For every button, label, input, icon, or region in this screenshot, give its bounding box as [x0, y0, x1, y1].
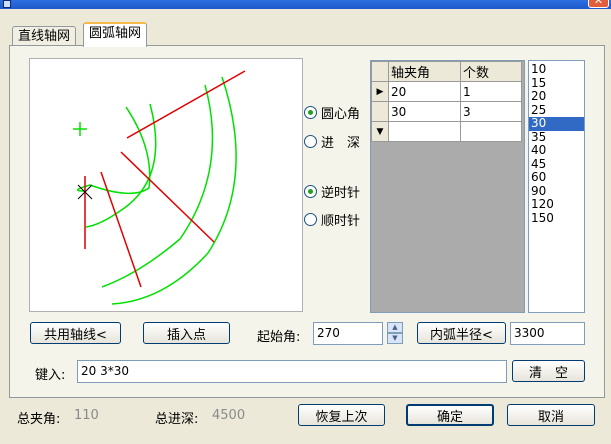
- radio-label: 进 深: [321, 136, 361, 151]
- preview-drawing: [73, 70, 246, 305]
- grid-cell[interactable]: [388, 121, 461, 142]
- list-item[interactable]: 120: [529, 197, 584, 212]
- inner-radius-button[interactable]: 内弧半径<: [417, 322, 506, 344]
- angle-grid[interactable]: 轴夹角 个数 ▶ 20 1 30 3 ▼: [370, 60, 525, 313]
- clear-button[interactable]: 清 空: [512, 360, 585, 382]
- insert-point-button[interactable]: 插入点: [143, 322, 230, 344]
- axis-line-1: [126, 70, 246, 139]
- list-item[interactable]: 30: [529, 116, 584, 131]
- row-pointer-icon: ▶: [371, 81, 389, 102]
- list-item[interactable]: 90: [529, 184, 584, 199]
- table-row[interactable]: 30 3: [371, 101, 522, 122]
- start-angle-spinner[interactable]: ▲ ▼: [387, 322, 403, 345]
- list-item[interactable]: 10: [529, 62, 584, 77]
- radio-label: 逆时针: [321, 186, 361, 201]
- inner-radius-input[interactable]: 3300: [510, 322, 585, 345]
- total-depth-value: 4500: [212, 408, 246, 423]
- grid-corner: [371, 61, 389, 82]
- command-input[interactable]: 20 3*30: [77, 360, 507, 383]
- radio-label: 顺时针: [321, 214, 361, 229]
- grid-header-angle[interactable]: 轴夹角: [388, 61, 461, 82]
- radio-indicator: [304, 135, 317, 148]
- axis-line-3: [100, 171, 142, 288]
- dropdown-arrow-icon[interactable]: ▼: [371, 121, 389, 142]
- radio-counterclockwise[interactable]: 逆时针: [304, 182, 360, 201]
- app-icon: [3, 0, 11, 8]
- list-item[interactable]: 40: [529, 143, 584, 158]
- row-header: [371, 101, 389, 122]
- list-item[interactable]: 25: [529, 103, 584, 118]
- radio-label: 圆心角: [321, 107, 361, 122]
- start-angle-input[interactable]: 270: [313, 322, 383, 345]
- grid-cell[interactable]: 1: [460, 81, 522, 102]
- radio-indicator: [304, 106, 317, 119]
- radio-center-angle[interactable]: 圆心角: [304, 103, 360, 122]
- spin-down-icon[interactable]: ▼: [387, 333, 403, 344]
- angle-listbox[interactable]: 10 15 20 25 30 35 40 45 60 90 120 150: [528, 60, 585, 313]
- grid-cell[interactable]: 30: [388, 101, 461, 122]
- radio-indicator: [304, 213, 317, 226]
- restore-last-button[interactable]: 恢复上次: [298, 404, 385, 426]
- grid-preview-canvas: [29, 58, 303, 312]
- total-angle-label: 总夹角:: [17, 412, 61, 427]
- grid-cell[interactable]: [460, 121, 522, 142]
- list-item[interactable]: 35: [529, 130, 584, 145]
- title-bar: ✕: [0, 0, 611, 9]
- ok-button[interactable]: 确定: [406, 404, 494, 426]
- radio-depth[interactable]: 进 深: [304, 132, 360, 151]
- list-item[interactable]: 150: [529, 211, 584, 226]
- shared-axis-button[interactable]: 共用轴线<: [30, 322, 121, 344]
- grid-cell[interactable]: 3: [460, 101, 522, 122]
- inner-arc: [77, 106, 151, 194]
- total-angle-value: 110: [74, 408, 99, 423]
- list-item[interactable]: 20: [529, 89, 584, 104]
- axis-line-2: [120, 151, 215, 243]
- tab-arc-grid[interactable]: 圆弧轴网: [83, 22, 148, 47]
- grid-header-count[interactable]: 个数: [460, 61, 522, 82]
- start-angle-label: 起始角:: [257, 330, 301, 345]
- list-item[interactable]: 60: [529, 170, 584, 185]
- radio-clockwise[interactable]: 顺时针: [304, 210, 360, 229]
- arc-2: [85, 103, 157, 228]
- input-label: 键入:: [35, 368, 66, 383]
- list-item[interactable]: 45: [529, 157, 584, 172]
- close-icon[interactable]: ✕: [588, 0, 609, 8]
- total-depth-label: 总进深:: [155, 412, 199, 427]
- spin-up-icon[interactable]: ▲: [387, 322, 403, 333]
- cancel-button[interactable]: 取消: [507, 404, 595, 426]
- table-row[interactable]: ▶ 20 1: [371, 81, 522, 102]
- arc-3: [101, 84, 214, 288]
- list-item[interactable]: 15: [529, 76, 584, 91]
- radio-indicator: [304, 185, 317, 198]
- tab-rectilinear-grid[interactable]: 直线轴网: [12, 26, 77, 47]
- grid-cell[interactable]: 20: [388, 81, 461, 102]
- table-row[interactable]: ▼: [371, 121, 522, 142]
